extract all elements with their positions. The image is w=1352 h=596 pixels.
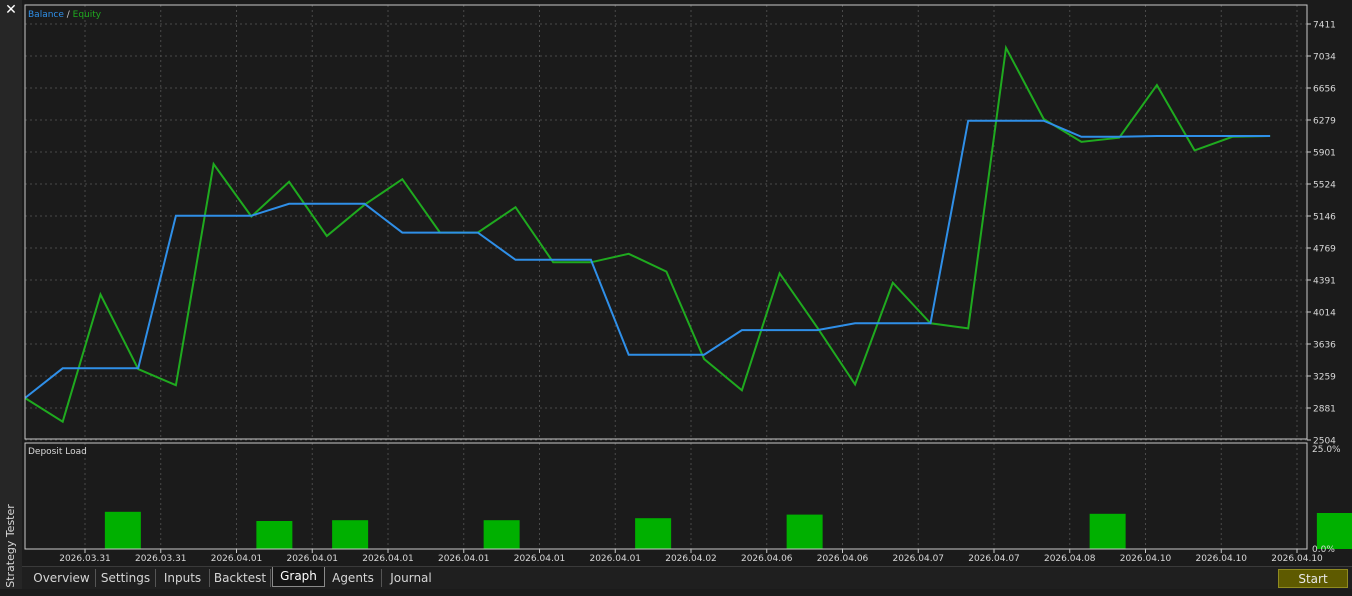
y-tick-label: 4391 — [1313, 277, 1336, 287]
x-tick-label: 2026.04.01 — [438, 554, 490, 564]
tab-graph[interactable]: Graph — [272, 567, 325, 587]
tab-backtest[interactable]: Backtest — [210, 569, 271, 587]
x-tick-label: 2026.04.10 — [1271, 554, 1323, 564]
close-icon[interactable]: ✕ — [3, 2, 19, 18]
x-tick-label: 2026.04.01 — [211, 554, 263, 564]
y-tick-label: 5524 — [1313, 181, 1336, 191]
chart-background — [22, 0, 1352, 566]
legend-separator: / — [64, 10, 73, 20]
deposit-load-bar — [256, 521, 293, 549]
x-tick-label: 2026.04.02 — [665, 554, 717, 564]
deposit-load-bar — [1089, 513, 1126, 549]
x-tick-label: 2026.04.01 — [589, 554, 641, 564]
chart-area: 7411 7034 6656 6279 5901 5524 5146 4769 4391 4014… — [22, 0, 1352, 566]
panel-title: Strategy Tester — [4, 504, 17, 588]
tab-overview[interactable]: Overview — [28, 569, 96, 587]
y-tick-label: 7411 — [1313, 21, 1336, 31]
legend-balance: Balance — [28, 10, 64, 20]
y-tick-label: 3259 — [1313, 373, 1336, 383]
deposit-load-bar — [635, 518, 672, 549]
x-tick-label: 2026.04.10 — [1120, 554, 1172, 564]
tab-agents[interactable]: Agents — [325, 569, 382, 587]
deposit-load-bar — [483, 520, 520, 549]
x-tick-label: 2026.04.06 — [741, 554, 793, 564]
deposit-load-bar — [332, 520, 369, 549]
x-tick-label: 2026.04.01 — [362, 554, 414, 564]
y-tick-label: 4014 — [1313, 309, 1336, 319]
x-tick-label: 2026.04.07 — [892, 554, 944, 564]
x-tick-label: 2026.04.06 — [817, 554, 869, 564]
y-tick-label: 2881 — [1313, 405, 1336, 415]
y-tick-label: 3636 — [1313, 341, 1336, 351]
x-tick-label: 2026.04.07 — [968, 554, 1020, 564]
y-tick-label: 6656 — [1313, 85, 1336, 95]
x-tick-label: 2026.03.31 — [59, 554, 111, 564]
x-tick-label: 2026.03.31 — [135, 554, 187, 564]
side-panel-strip: ✕ Strategy Tester — [0, 0, 22, 589]
x-tick-label: 2026.04.01 — [286, 554, 338, 564]
deposit-load-bar — [1316, 513, 1352, 549]
legend-equity: Equity — [73, 10, 102, 20]
tab-inputs[interactable]: Inputs — [156, 569, 210, 587]
deposit-load-y-label: 25.0% — [1312, 445, 1341, 455]
x-tick-label: 2026.04.10 — [1195, 554, 1247, 564]
y-tick-label: 5901 — [1313, 149, 1336, 159]
tab-journal[interactable]: Journal — [382, 569, 440, 587]
y-tick-label: 7034 — [1313, 53, 1336, 63]
x-tick-label: 2026.04.08 — [1044, 554, 1096, 564]
chart-legend: Balance / Equity — [28, 10, 102, 20]
deposit-load-bar — [786, 514, 823, 549]
tab-settings[interactable]: Settings — [96, 569, 156, 587]
start-button[interactable]: Start — [1278, 569, 1348, 588]
y-tick-label: 6279 — [1313, 117, 1336, 127]
y-tick-label: 4769 — [1313, 245, 1336, 255]
tab-bar: Overview Settings Inputs Backtest Graph … — [22, 566, 1352, 589]
deposit-load-bar — [104, 511, 141, 549]
chart-svg: 7411 7034 6656 6279 5901 5524 5146 4769 4391 4014… — [22, 0, 1352, 566]
deposit-load-label: Deposit Load — [28, 447, 87, 457]
y-tick-label: 5146 — [1313, 213, 1336, 223]
x-tick-label: 2026.04.01 — [514, 554, 566, 564]
